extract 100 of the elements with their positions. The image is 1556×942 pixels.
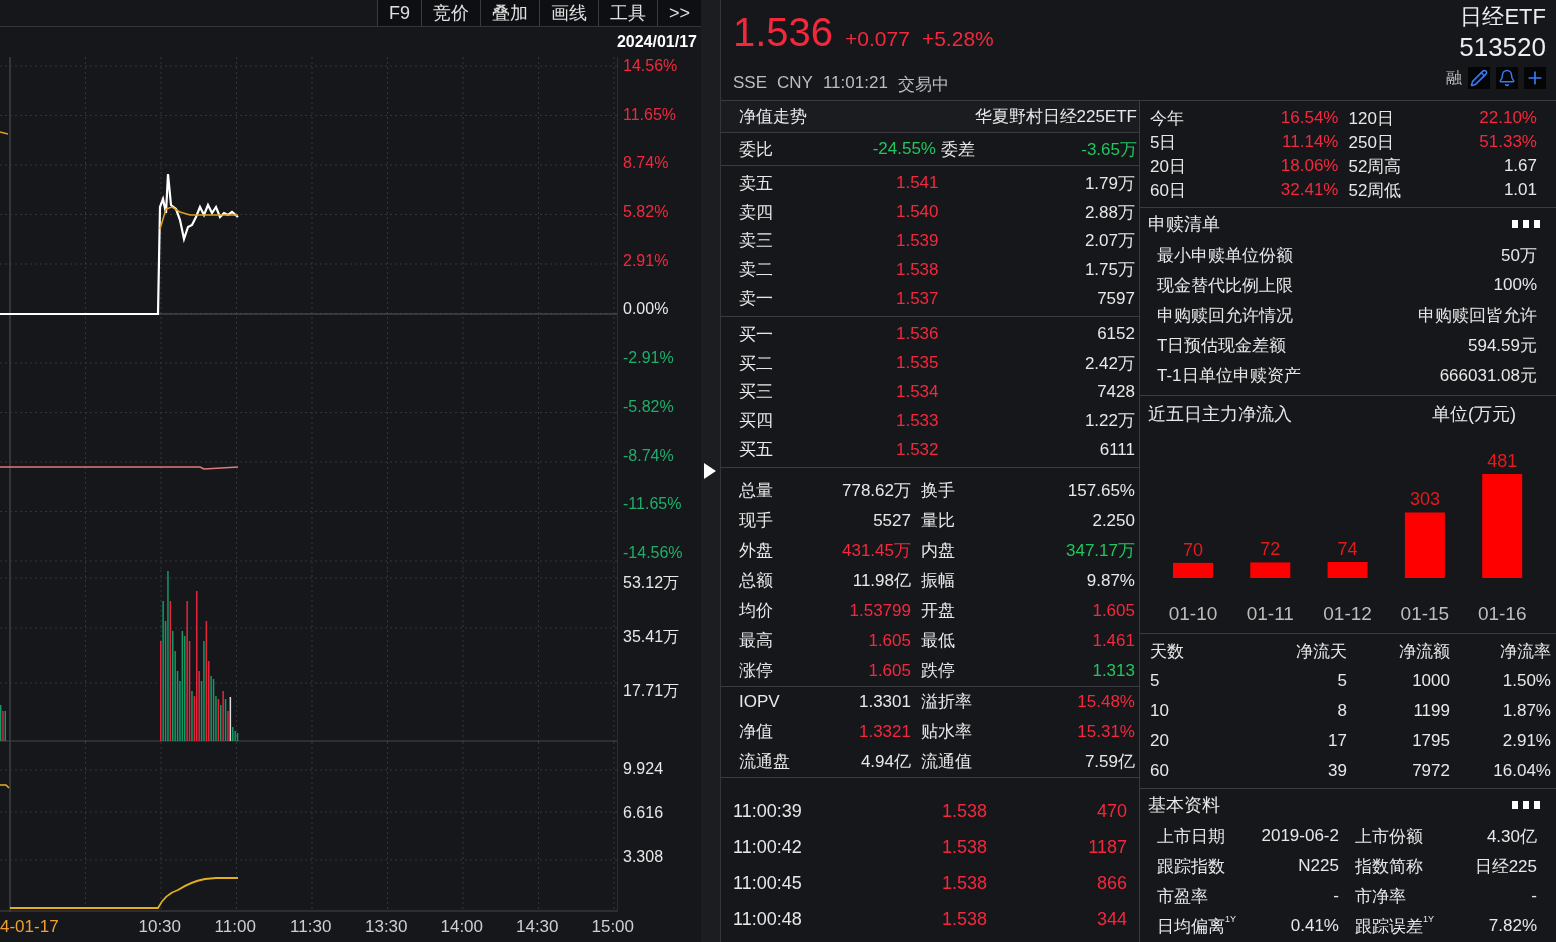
table-cell-text: 7972 — [1411, 761, 1450, 781]
bar-value: 70 — [1182, 539, 1203, 560]
toolbar-button[interactable]: >> — [656, 0, 701, 26]
toolbar-button[interactable]: F9 — [376, 0, 421, 26]
stat-label: IOPV — [739, 691, 781, 712]
stat-label: 现手 — [739, 510, 774, 533]
profile-value: - — [1333, 886, 1339, 906]
order-volume: 7597 — [1096, 288, 1135, 309]
profile-label: 跟踪指数 — [1157, 855, 1225, 878]
order-price: 1.536 — [896, 324, 940, 345]
bar-value: 72 — [1260, 539, 1281, 560]
info-label: T-1日单位申赎资产 — [1157, 364, 1302, 387]
order-price: 1.535 — [896, 353, 940, 374]
profile-label: 市盈率 — [1157, 885, 1208, 908]
security-code: 513520 — [1459, 32, 1546, 63]
info-label: 现金替代比例上限 — [1157, 274, 1294, 297]
order-level-label: 买四 — [739, 410, 774, 433]
more-icon[interactable] — [1512, 219, 1540, 229]
profile-label: 指数简称 — [1355, 855, 1423, 878]
alert-button[interactable] — [1496, 67, 1518, 89]
stat-label: 外盘 — [739, 540, 774, 563]
table-cell-text: 39 — [1327, 761, 1347, 781]
profile-label: 上市日期 — [1157, 825, 1225, 848]
axis-time: 11:30 — [289, 917, 333, 937]
add-button[interactable] — [1524, 67, 1546, 89]
stat-label: 涨停 — [739, 660, 774, 683]
column-header: 天数 — [1150, 640, 1185, 663]
stat-label: 最高 — [739, 630, 774, 653]
stat-value: 9.87% — [1085, 570, 1135, 591]
profile-value: 日经225 — [1474, 855, 1537, 878]
return-value: 16.54% — [1280, 108, 1339, 128]
date-label: 01-10 — [1168, 603, 1218, 624]
trade-price: 1.538 — [942, 873, 989, 895]
expand-arrow-icon[interactable] — [703, 462, 718, 480]
nav-trend-label[interactable]: 净值走势 — [739, 105, 807, 128]
order-volume: 2.88万 — [1083, 201, 1135, 224]
fund-name: 华夏野村日经225ETF — [974, 106, 1137, 128]
table-cell-text: 17 — [1327, 731, 1347, 751]
info-value: 申购赎回皆允许 — [1418, 304, 1537, 327]
order-level-label: 卖五 — [739, 172, 774, 195]
toolbar-button[interactable]: 叠加 — [479, 0, 539, 26]
return-label: 60日 — [1150, 179, 1186, 202]
order-volume: 1.75万 — [1083, 259, 1135, 282]
return-label: 250日 — [1348, 131, 1394, 154]
stat-label: 总额 — [739, 570, 774, 593]
date-label: 01-15 — [1400, 603, 1450, 624]
table-cell-text: 2.91% — [1501, 731, 1551, 751]
profile-value: 7.82% — [1488, 916, 1537, 936]
info-value: 100% — [1493, 275, 1537, 295]
quote-time: 11:01:21 — [822, 73, 888, 94]
toolbar-button[interactable]: 画线 — [538, 0, 598, 26]
table-cell-text: 1795 — [1411, 731, 1450, 751]
stat-label: 跌停 — [920, 660, 956, 683]
profile-label: 日均偏离$^{1Y}$ — [1157, 914, 1236, 938]
price-change: +0.077 — [845, 27, 910, 51]
margin-tag: 融 — [1446, 67, 1462, 89]
axis-label: -2.91% — [623, 349, 675, 368]
stat-value: 1.605 — [867, 630, 911, 651]
order-volume: 1.79万 — [1083, 172, 1135, 195]
info-label: 最小申赎单位份额 — [1157, 244, 1294, 267]
trade-volume: 1187 — [1087, 837, 1127, 859]
table-cell-text: 1199 — [1412, 701, 1450, 721]
stat-value: 1.3301 — [858, 691, 911, 712]
toolbar-button[interactable]: 竞价 — [420, 0, 480, 26]
stat-value: 1.53799 — [848, 600, 911, 621]
stat-value: 157.65% — [1066, 480, 1135, 501]
date-label: 01-12 — [1323, 603, 1372, 624]
order-level-label: 买五 — [739, 439, 774, 462]
stat-label: 贴水率 — [920, 721, 973, 744]
stat-value: 1.3321 — [858, 721, 911, 742]
trade-time: 11:00:42 — [733, 837, 803, 859]
trade-price: 1.538 — [942, 909, 989, 931]
info-value: 594.59元 — [1468, 334, 1537, 357]
stat-value: 1.461 — [1091, 630, 1135, 651]
stat-value: 1.605 — [867, 660, 911, 681]
order-price: 1.532 — [896, 439, 940, 460]
edit-button[interactable] — [1468, 67, 1490, 89]
stat-value: 15.48% — [1076, 691, 1135, 712]
axis-label: 35.41万 — [623, 628, 681, 646]
stat-label: 净值 — [739, 721, 774, 744]
stat-value: 1.605 — [1091, 600, 1135, 621]
return-label: 52周低 — [1348, 179, 1402, 202]
trade-time: 11:00:39 — [733, 801, 803, 823]
stat-label: 均价 — [739, 600, 774, 623]
table-cell-text: 20 — [1150, 731, 1170, 751]
axis-label: 2.91% — [623, 251, 670, 270]
order-price: 1.540 — [896, 202, 940, 223]
toolbar-button[interactable]: 工具 — [597, 0, 657, 26]
profile-value: N225 — [1298, 856, 1339, 876]
axis-label: -11.65% — [623, 495, 683, 514]
order-ratio-label: 委比 — [739, 138, 774, 161]
axis-label: 3.308 — [623, 848, 665, 866]
order-diff-value: -3.65万 — [1080, 138, 1137, 161]
bar-value: 303 — [1409, 489, 1440, 510]
date-label: 01-11 — [1246, 603, 1294, 624]
return-value: 51.33% — [1479, 132, 1537, 152]
order-level-label: 买三 — [739, 381, 774, 404]
order-level-label: 买一 — [739, 323, 774, 346]
more-icon[interactable] — [1512, 800, 1540, 810]
stat-label: 换手 — [920, 480, 956, 503]
